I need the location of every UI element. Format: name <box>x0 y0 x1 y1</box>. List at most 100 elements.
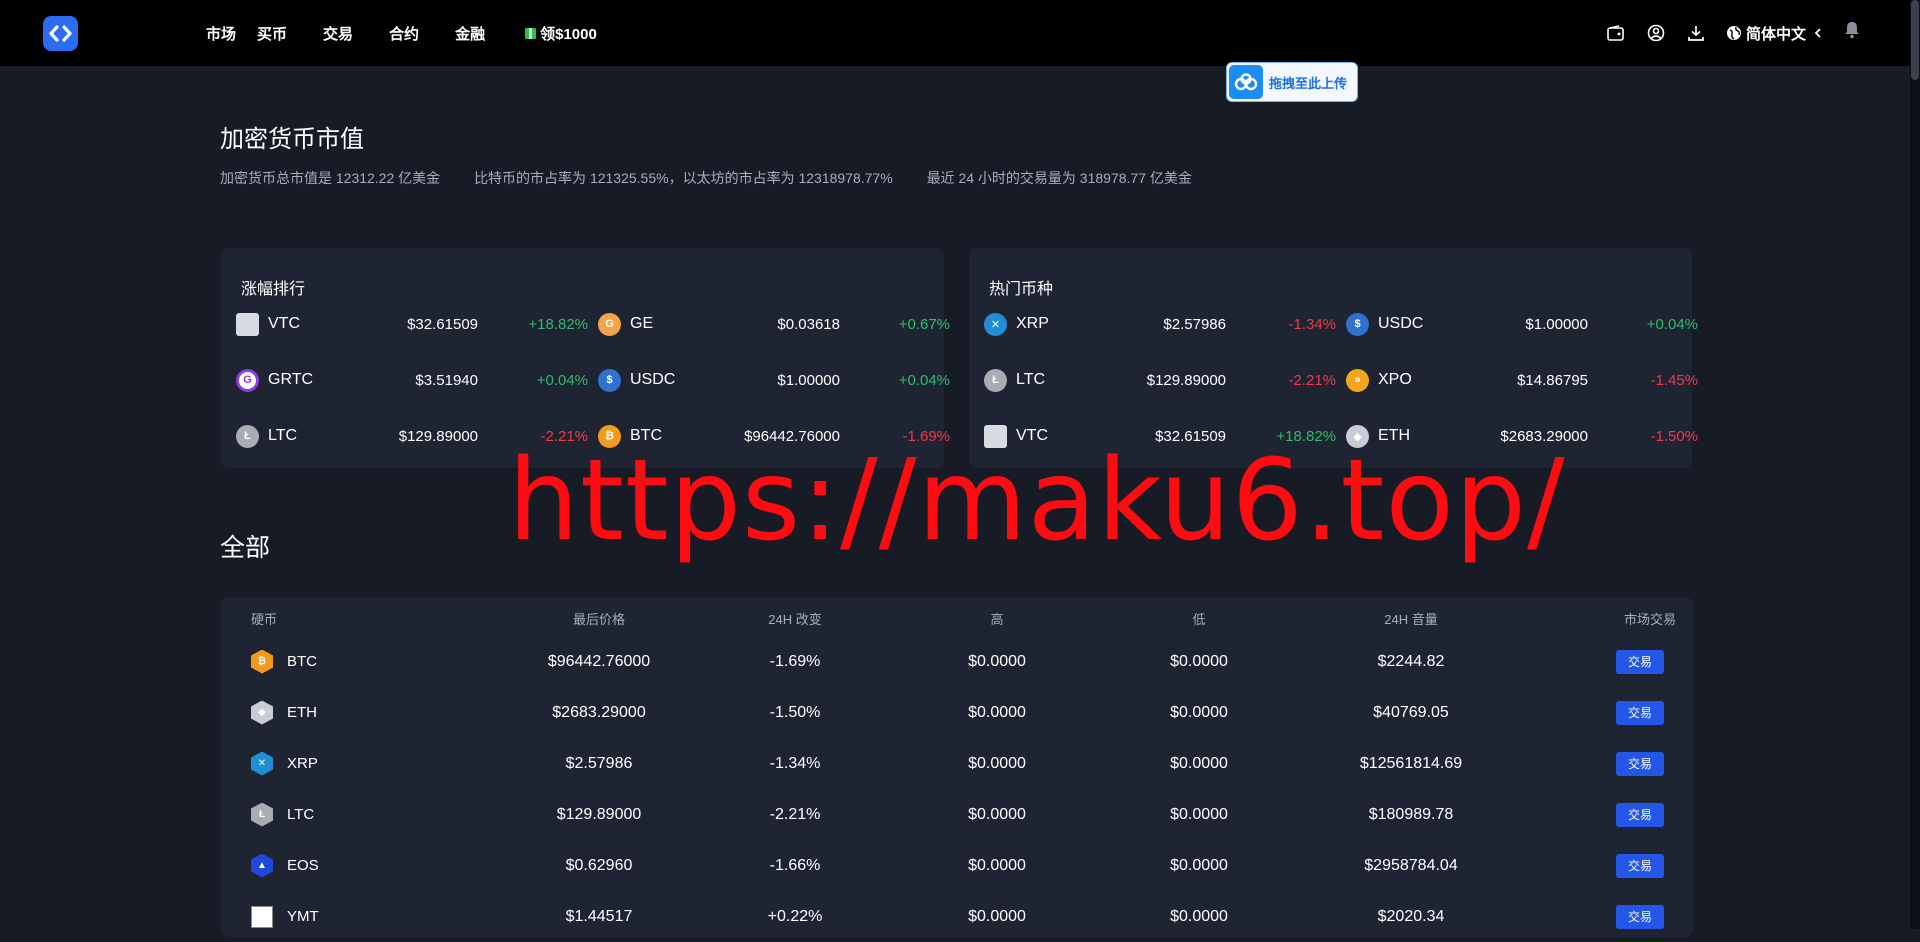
col-high: 高 <box>990 612 1004 627</box>
coin-change: +0.67% <box>898 315 950 333</box>
mini-coin-row[interactable]: $ USDC $1.00000 +0.04% <box>598 365 950 395</box>
coin-symbol: YMT <box>287 908 319 925</box>
coin-change: -1.50% <box>1650 427 1698 445</box>
language-label: 简体中文 <box>1745 25 1806 43</box>
last-price: $0.62960 <box>565 856 633 874</box>
last-price: $1.44517 <box>565 907 633 925</box>
coin-symbol: XRP <box>287 755 318 772</box>
mini-coin-row[interactable]: ✕ XRP $2.57986 -1.34% <box>984 309 1336 339</box>
coin-change: +0.04% <box>1646 315 1698 333</box>
brand-logo-icon[interactable] <box>43 16 78 51</box>
coin-symbol: USDC <box>1378 315 1424 332</box>
high-price: $0.0000 <box>968 652 1026 670</box>
table-row[interactable]: YMT $1.44517 +0.22% $0.0000 $0.0000 $2020.34 交… <box>221 891 1693 942</box>
all-section-title: 全部 <box>220 534 271 562</box>
last-price: $2683.29000 <box>552 703 646 721</box>
mini-coin-row[interactable]: VTC $32.61509 +18.82% <box>236 309 588 339</box>
coin-cell: ✕ XRP <box>251 738 318 789</box>
trade-button[interactable]: 交易 <box>1616 904 1664 929</box>
coin-usdc-icon: $ <box>598 368 621 392</box>
card-title: 热门币种 <box>989 281 1054 298</box>
high-price: $0.0000 <box>968 703 1026 721</box>
table-row[interactable]: ₿ BTC $96442.76000 -1.69% $0.0000 $0.0000 $224… <box>221 636 1693 687</box>
col-24h-volume: 24H 音量 <box>1384 612 1438 627</box>
coin-price: $3.51940 <box>415 371 478 389</box>
table-row[interactable]: ✕ XRP $2.57986 -1.34% $0.0000 $0.0000 $1256181… <box>221 738 1693 789</box>
language-selector[interactable]: 简体中文 <box>1726 23 1822 44</box>
trade-cell: 交易 <box>1616 636 1664 687</box>
coin-xrp-icon: ✕ <box>984 312 1007 336</box>
col-24h-change: 24H 改变 <box>768 612 822 627</box>
nav-buy-crypto[interactable]: 买币 <box>257 23 287 44</box>
top-navigation-bar: 市场 买币 交易 合约 金融 领$1000 简体中文 <box>0 0 1920 66</box>
coin-symbol: GRTC <box>268 371 314 388</box>
nav-finance[interactable]: 金融 <box>455 23 485 44</box>
coin-price: $1.00000 <box>1525 315 1588 333</box>
broken-image-icon <box>251 905 273 928</box>
chevron-left-icon <box>1814 28 1821 38</box>
volume-24h-text: 最近 24 小时的交易量为 318978.77 亿美金 <box>926 170 1192 186</box>
low-price: $0.0000 <box>1170 703 1228 721</box>
bell-notification-icon[interactable] <box>1842 20 1862 40</box>
table-row[interactable]: ▲ EOS $0.62960 -1.66% $0.0000 $0.0000 $2958784… <box>221 840 1693 891</box>
nav-market[interactable]: 市场 <box>206 23 236 44</box>
low-price: $0.0000 <box>1170 754 1228 772</box>
coin-symbol: LTC <box>1016 371 1046 388</box>
coin-ltc-icon: Ł <box>984 368 1007 392</box>
wallet-icon[interactable] <box>1606 23 1626 43</box>
coin-symbol: XRP <box>1016 315 1049 332</box>
coin-change: +0.04% <box>898 371 950 389</box>
scrollbar-thumb[interactable] <box>1911 0 1919 80</box>
volume-24h: $12561814.69 <box>1359 754 1463 772</box>
table-row[interactable]: Ł LTC $129.89000 -2.21% $0.0000 $0.0000 $18098… <box>221 789 1693 840</box>
coin-ltc-icon: Ł <box>251 802 273 827</box>
coin-cell: Ł LTC <box>251 789 314 840</box>
coin-symbol: VTC <box>268 315 300 332</box>
volume-24h: $40769.05 <box>1373 703 1449 721</box>
coin-change: +0.04% <box>536 371 588 389</box>
coin-change: -1.34% <box>1288 315 1336 333</box>
trade-button[interactable]: 交易 <box>1616 853 1664 878</box>
coin-symbol: GE <box>630 315 654 332</box>
coin-ltc-icon: Ł <box>236 424 259 448</box>
coin-cell: ◆ ETH <box>251 687 317 738</box>
nav-contract[interactable]: 合约 <box>389 23 419 44</box>
broken-image-icon <box>236 312 259 336</box>
high-price: $0.0000 <box>968 856 1026 874</box>
download-icon[interactable] <box>1686 23 1706 43</box>
trade-cell: 交易 <box>1616 738 1664 789</box>
trade-button[interactable]: 交易 <box>1616 700 1664 725</box>
trade-button[interactable]: 交易 <box>1616 802 1664 827</box>
nav-promo-link[interactable]: 领$1000 <box>525 23 597 44</box>
change-24h: -2.21% <box>769 805 821 823</box>
change-24h: -1.66% <box>769 856 821 874</box>
trade-button[interactable]: 交易 <box>1616 649 1664 674</box>
coin-xrp-icon: ✕ <box>251 751 273 776</box>
coin-change: +18.82% <box>528 315 588 333</box>
user-account-icon[interactable] <box>1646 23 1666 43</box>
trade-cell: 交易 <box>1616 687 1664 738</box>
trade-button[interactable]: 交易 <box>1616 751 1664 776</box>
coin-price: $14.86795 <box>1517 371 1588 389</box>
col-coin: 硬币 <box>251 612 278 627</box>
nav-trade[interactable]: 交易 <box>323 23 353 44</box>
mini-coin-row[interactable]: G GE $0.03618 +0.67% <box>598 309 950 339</box>
drag-upload-widget[interactable]: 拖拽至此上传 <box>1226 62 1358 102</box>
mini-coin-row[interactable]: $ USDC $1.00000 +0.04% <box>1346 309 1698 339</box>
mini-coin-row[interactable]: G GRTC $3.51940 +0.04% <box>236 365 588 395</box>
header-tools: 简体中文 <box>1606 0 1862 66</box>
dominance-text: 比特币的市占率为 121325.55%，以太坊的市占率为 12318978.77… <box>474 170 893 186</box>
page-scrollbar[interactable] <box>1910 0 1920 929</box>
trade-cell: 交易 <box>1616 840 1664 891</box>
globe-icon <box>1726 26 1741 40</box>
coin-price: $129.89000 <box>1146 371 1226 389</box>
volume-24h: $2020.34 <box>1377 907 1445 925</box>
mini-coin-row[interactable]: Ł LTC $129.89000 -2.21% <box>984 365 1336 395</box>
table-row[interactable]: ◆ ETH $2683.29000 -1.50% $0.0000 $0.0000 $4076… <box>221 687 1693 738</box>
coin-xpo-icon: » <box>1346 368 1369 392</box>
card-title: 涨幅排行 <box>241 281 306 298</box>
last-price: $96442.76000 <box>547 652 651 670</box>
change-24h: +0.22% <box>767 907 823 925</box>
coin-symbol: ETH <box>287 704 317 721</box>
mini-coin-row[interactable]: » XPO $14.86795 -1.45% <box>1346 365 1698 395</box>
